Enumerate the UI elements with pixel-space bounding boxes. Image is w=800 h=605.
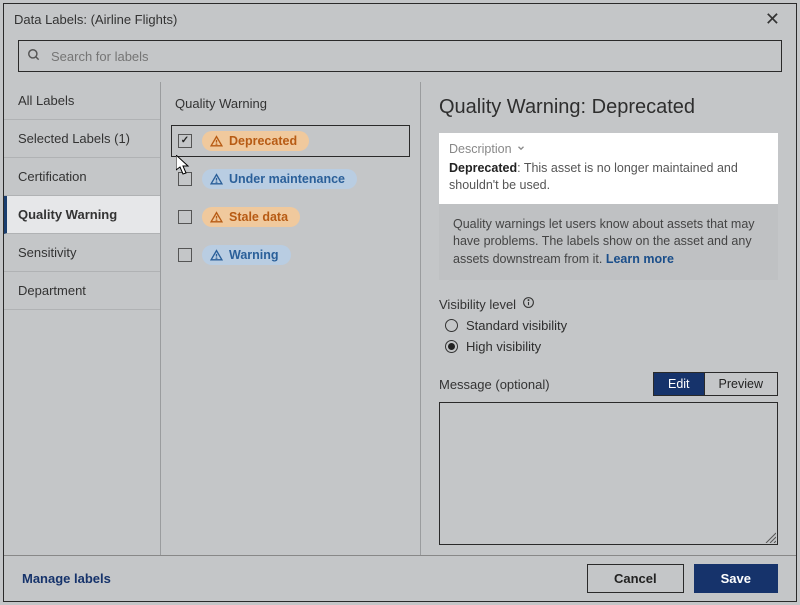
checkbox-stale-data[interactable] bbox=[178, 210, 192, 224]
data-labels-dialog: Data Labels: (Airline Flights) ✕ All Lab… bbox=[3, 3, 797, 602]
tab-preview[interactable]: Preview bbox=[705, 372, 778, 396]
description-name: Deprecated bbox=[449, 161, 517, 175]
label-pill-stale-data: Stale data bbox=[202, 207, 300, 227]
visibility-option-standard[interactable]: Standard visibility bbox=[445, 318, 778, 333]
description-box[interactable]: Description Deprecated: This asset is no… bbox=[439, 133, 778, 204]
info-icon[interactable] bbox=[522, 296, 535, 312]
label-row-stale-data[interactable]: Stale data bbox=[171, 201, 410, 233]
radio-label: High visibility bbox=[466, 339, 541, 354]
warning-icon bbox=[210, 249, 223, 262]
message-header: Message (optional) Edit Preview bbox=[439, 372, 778, 396]
search-input[interactable] bbox=[49, 48, 773, 65]
description-label: Description bbox=[449, 141, 512, 158]
message-block: Message (optional) Edit Preview bbox=[439, 372, 778, 545]
main-area: All Labels Selected Labels (1) Certifica… bbox=[4, 82, 796, 555]
search-wrap bbox=[4, 34, 796, 82]
titlebar: Data Labels: (Airline Flights) ✕ bbox=[4, 4, 796, 34]
sidebar-item-quality-warning[interactable]: Quality Warning bbox=[4, 196, 160, 234]
manage-labels-link[interactable]: Manage labels bbox=[22, 571, 111, 586]
detail-panel: Quality Warning: Deprecated Description … bbox=[421, 82, 796, 555]
sidebar-item-department[interactable]: Department bbox=[4, 272, 160, 310]
label-row-warning[interactable]: Warning bbox=[171, 239, 410, 271]
detail-heading: Quality Warning: Deprecated bbox=[439, 96, 778, 119]
info-text: Quality warnings let users know about as… bbox=[453, 217, 755, 266]
labels-column-heading: Quality Warning bbox=[175, 96, 410, 111]
checkbox-warning[interactable] bbox=[178, 248, 192, 262]
learn-more-link[interactable]: Learn more bbox=[606, 252, 674, 266]
sidebar-item-all-labels[interactable]: All Labels bbox=[4, 82, 160, 120]
description-toggle[interactable]: Description bbox=[449, 141, 526, 158]
label-pill-warning: Warning bbox=[202, 245, 291, 265]
dialog-title: Data Labels: (Airline Flights) bbox=[14, 12, 177, 27]
label-pill-text: Deprecated bbox=[229, 134, 297, 148]
radio-label: Standard visibility bbox=[466, 318, 567, 333]
warning-icon bbox=[210, 211, 223, 224]
chevron-down-icon bbox=[516, 141, 526, 158]
label-row-under-maintenance[interactable]: Under maintenance bbox=[171, 163, 410, 195]
message-label: Message (optional) bbox=[439, 377, 550, 392]
visibility-label: Visibility level bbox=[439, 297, 516, 312]
label-pill-under-maintenance: Under maintenance bbox=[202, 169, 357, 189]
visibility-option-high[interactable]: High visibility bbox=[445, 339, 778, 354]
sidebar-item-selected-labels[interactable]: Selected Labels (1) bbox=[4, 120, 160, 158]
category-sidebar: All Labels Selected Labels (1) Certifica… bbox=[4, 82, 161, 555]
labels-column: Quality Warning Deprecated Under mainten… bbox=[161, 82, 421, 555]
label-pill-text: Under maintenance bbox=[229, 172, 345, 186]
message-textarea[interactable] bbox=[439, 402, 778, 545]
search-bar[interactable] bbox=[18, 40, 782, 72]
tab-edit[interactable]: Edit bbox=[653, 372, 705, 396]
visibility-heading: Visibility level bbox=[439, 296, 778, 312]
label-pill-deprecated: Deprecated bbox=[202, 131, 309, 151]
cancel-button[interactable]: Cancel bbox=[587, 564, 684, 593]
label-pill-text: Warning bbox=[229, 248, 279, 262]
visibility-block: Visibility level Standard visibility Hig… bbox=[439, 296, 778, 354]
checkbox-deprecated[interactable] bbox=[178, 134, 192, 148]
resize-handle-icon[interactable] bbox=[764, 531, 776, 543]
label-pill-text: Stale data bbox=[229, 210, 288, 224]
dialog-footer: Manage labels Cancel Save bbox=[4, 555, 796, 601]
close-icon[interactable]: ✕ bbox=[759, 8, 786, 30]
description-body: Deprecated: This asset is no longer main… bbox=[449, 160, 768, 194]
radio-standard[interactable] bbox=[445, 319, 458, 332]
save-button[interactable]: Save bbox=[694, 564, 778, 593]
info-callout: Quality warnings let users know about as… bbox=[439, 204, 778, 281]
warning-icon bbox=[210, 135, 223, 148]
sidebar-item-certification[interactable]: Certification bbox=[4, 158, 160, 196]
sidebar-item-sensitivity[interactable]: Sensitivity bbox=[4, 234, 160, 272]
warning-icon bbox=[210, 173, 223, 186]
checkbox-under-maintenance[interactable] bbox=[178, 172, 192, 186]
search-icon bbox=[27, 48, 41, 65]
label-row-deprecated[interactable]: Deprecated bbox=[171, 125, 410, 157]
radio-high[interactable] bbox=[445, 340, 458, 353]
